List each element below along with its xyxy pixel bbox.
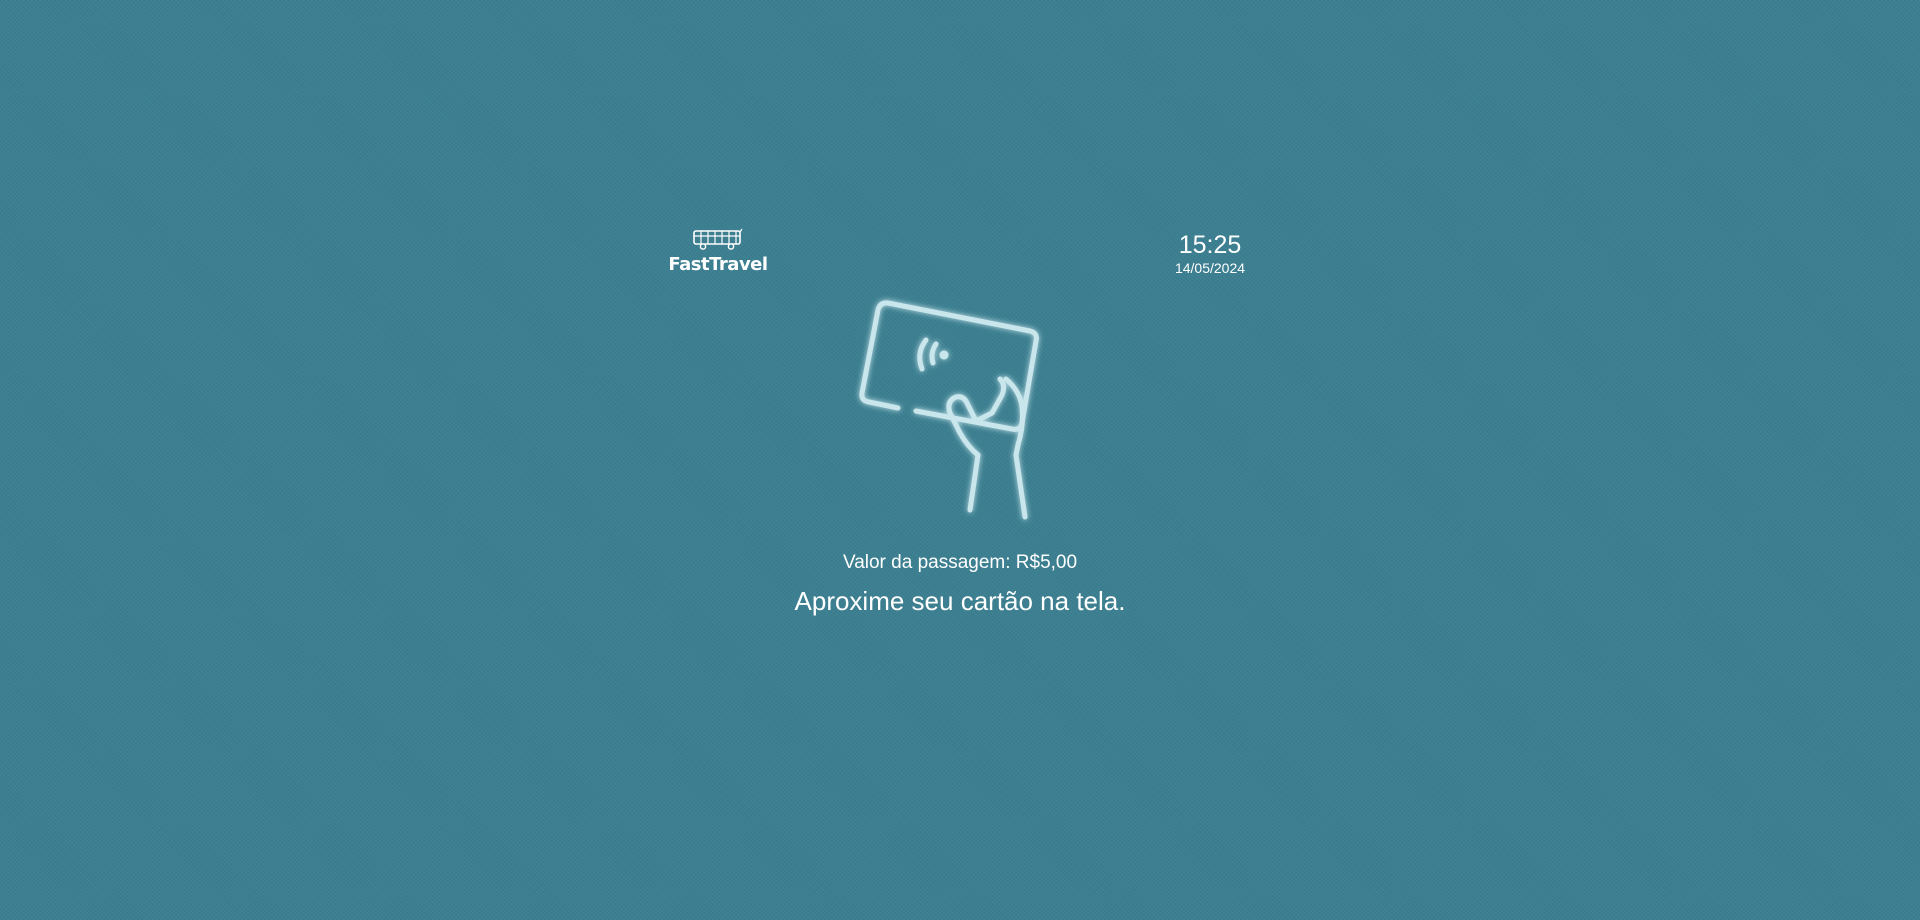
fare-text: Valor da passagem: R$5,00 bbox=[842, 552, 1078, 573]
brand-name: FastTravel bbox=[668, 254, 768, 275]
payment-screen: FastTravel 15:25 14/05/2024 Valor da pas… bbox=[0, 0, 1920, 920]
brand-logo: FastTravel bbox=[668, 228, 768, 275]
clock: 15:25 14/05/2024 bbox=[1160, 230, 1260, 276]
bus-icon bbox=[693, 228, 743, 250]
current-date: 14/05/2024 bbox=[1174, 260, 1246, 276]
hand-holding-contactless-card-icon bbox=[859, 300, 1039, 520]
instruction-text: Aproxime seu cartão na tela. bbox=[794, 586, 1126, 616]
current-time: 15:25 bbox=[1178, 231, 1242, 259]
